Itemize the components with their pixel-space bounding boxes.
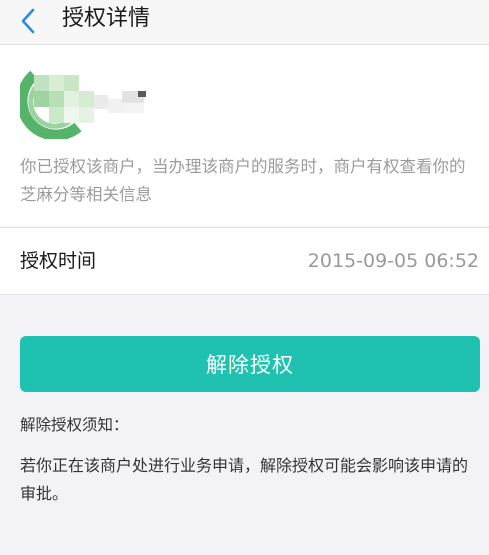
revoke-notice-body: 若你正在该商户处进行业务申请，解除授权可能会影响该申请的审批。 — [20, 456, 469, 503]
back-button[interactable] — [14, 4, 44, 38]
nav-bar: 授权详情 — [0, 0, 489, 45]
authorization-time-label: 授权时间 — [20, 250, 97, 272]
chevron-left-icon — [21, 8, 35, 34]
merchant-logo-icon — [16, 69, 150, 141]
revoke-authorization-button[interactable]: 解除授权 — [20, 336, 480, 392]
merchant-card: 你已授权该商户，当办理该商户的服务时，商户有权查看你的芝麻分等相关信息 — [0, 45, 489, 226]
revoke-notice-title: 解除授权须知： — [20, 416, 129, 434]
page-title: 授权详情 — [62, 6, 151, 31]
authorization-time-value: 2015-09-05 06:52 — [307, 250, 479, 272]
authorization-time-row: 授权时间 2015-09-05 06:52 — [0, 228, 489, 295]
merchant-authorization-description: 你已授权该商户，当办理该商户的服务时，商户有权查看你的芝麻分等相关信息 — [20, 157, 466, 204]
